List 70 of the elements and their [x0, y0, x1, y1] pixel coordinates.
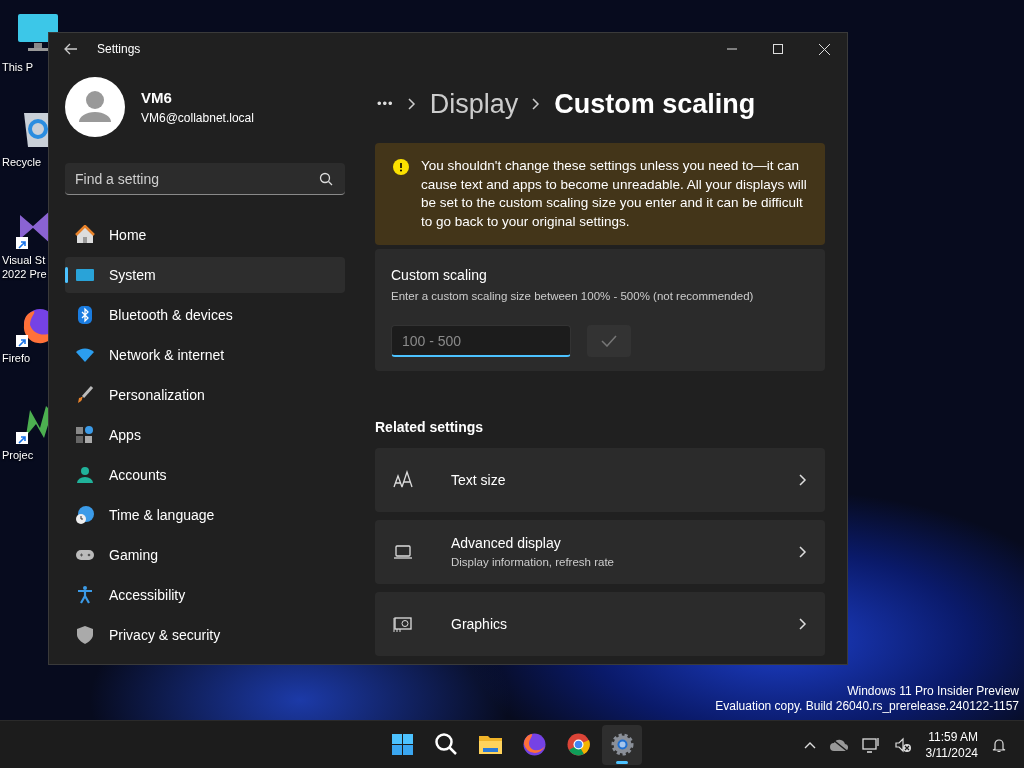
nav-item[interactable]: Home: [65, 217, 345, 253]
cloud-off-icon[interactable]: [829, 737, 848, 752]
related-setting-item[interactable]: Text size: [375, 448, 825, 513]
start-icon: [389, 732, 415, 757]
icon-label[interactable]: 2022 Pre: [0, 267, 47, 281]
warning-icon: [393, 159, 409, 175]
card-description: Enter a custom scaling size between 100% - 500% (not recommended): [391, 289, 755, 304]
close-icon[interactable]: [818, 43, 830, 55]
house-icon: [75, 225, 95, 245]
breadcrumb-link[interactable]: Display: [429, 83, 519, 125]
chevron-right-icon: [799, 474, 807, 487]
nav-item[interactable]: Network & internet: [65, 337, 345, 373]
nav-item[interactable]: Bluetooth & devices: [65, 297, 345, 333]
icon-label[interactable]: Recycle: [0, 155, 42, 169]
chevron-up-icon[interactable]: [803, 740, 816, 749]
bluetooth-icon: [75, 305, 95, 325]
search-icon: [319, 172, 333, 186]
breadcrumb-overflow[interactable]: •••: [377, 94, 394, 114]
watermark-text: Evaluation copy. Build 26040.rs_prerelease.240122-1157: [715, 699, 1019, 714]
window-title: Settings: [97, 41, 141, 58]
card-title: Custom scaling: [391, 266, 488, 285]
search-field[interactable]: Find a setting: [65, 163, 345, 195]
network-icon[interactable]: [861, 736, 880, 753]
chevron-right-icon: [799, 546, 807, 559]
item-title: Text size: [451, 470, 507, 490]
item-title: Graphics: [451, 614, 509, 634]
avatar-icon: [65, 77, 125, 137]
icon-label[interactable]: This P: [0, 60, 34, 74]
maximize-icon[interactable]: [773, 44, 783, 54]
nav-item[interactable]: System: [65, 257, 345, 293]
back-arrow-icon[interactable]: [64, 43, 78, 55]
person-icon: [75, 465, 95, 485]
apps-grid-icon: [75, 425, 95, 445]
nav-item[interactable]: Gaming: [65, 537, 345, 573]
chevron-right-icon: [407, 98, 416, 110]
warning-text: You shouldn't change these settings unless you need to—it can cause text and apps to become unreadable. All your displays will be set to the custom scaling size you enter and it can be difficult to go back to your original settings.: [421, 157, 807, 231]
item-subtitle: Display information, refresh rate: [451, 555, 615, 571]
nav-item[interactable]: Privacy & security: [65, 617, 345, 653]
search-icon: [433, 732, 459, 757]
nav-item[interactable]: Personalization: [65, 377, 345, 413]
icon-label[interactable]: Firefo: [0, 351, 31, 365]
chevron-right-icon: [799, 618, 807, 631]
taskbar-button[interactable]: [602, 724, 642, 765]
nav-item[interactable]: Apps: [65, 417, 345, 453]
icon-label[interactable]: Visual St: [0, 253, 46, 267]
graphics-card-icon: [393, 614, 413, 635]
scaling-input-field[interactable]: 100 - 500: [391, 325, 571, 358]
nav-item[interactable]: Accounts: [65, 457, 345, 493]
user-name: VM6: [141, 87, 173, 108]
user-email: VM6@collabnet.local: [141, 110, 254, 128]
bell-icon[interactable]: [992, 736, 1006, 753]
shield-icon: [75, 625, 95, 645]
clock[interactable]: 11:59 AM 3/11/2024: [925, 728, 978, 761]
speaker-muted-icon[interactable]: [893, 736, 912, 753]
accessibility-icon: [75, 585, 95, 605]
related-setting-item[interactable]: Graphics: [375, 592, 825, 657]
item-title: Advanced display: [451, 534, 562, 554]
section-heading: Related settings: [375, 418, 485, 438]
related-setting-item[interactable]: Advanced display Display information, refresh rate: [375, 520, 825, 585]
gear-icon: [609, 732, 635, 757]
fox-globe-icon: [521, 732, 547, 757]
watermark-text: Windows 11 Pro Insider Preview: [846, 684, 1019, 699]
chevron-right-icon: [532, 98, 541, 110]
nav-item[interactable]: Accessibility: [65, 577, 345, 613]
globe-clock-icon: [75, 505, 95, 525]
nav-item[interactable]: Time & language: [65, 497, 345, 533]
chrome-icon: [565, 732, 591, 757]
page-title: Custom scaling: [554, 87, 756, 121]
paintbrush-icon: [75, 385, 95, 405]
icon-label[interactable]: Projec: [0, 448, 34, 462]
